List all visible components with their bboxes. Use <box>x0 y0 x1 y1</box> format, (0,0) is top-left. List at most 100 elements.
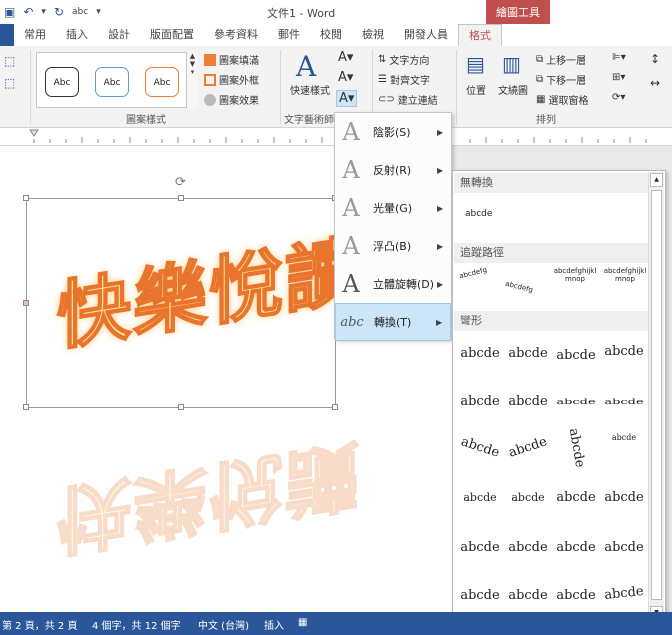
size-width-icon[interactable]: ↔ <box>650 76 660 90</box>
warp-option[interactable]: abcde <box>457 533 503 563</box>
shape-outline-button[interactable]: 圖案外框 <box>204 72 259 87</box>
menu-item-shadow[interactable]: A 陰影(S) ▶ <box>335 113 451 151</box>
rotate-handle-icon[interactable]: ⟳ <box>175 175 186 190</box>
text-direction-button[interactable]: ⇅ 文字方向 <box>378 52 429 67</box>
path-option-circle[interactable]: abcdefghijklmnop <box>553 267 597 283</box>
warp-option[interactable]: abcde <box>505 581 551 611</box>
macro-record-icon[interactable]: ▦ <box>298 617 307 628</box>
scroll-thumb[interactable] <box>651 190 662 600</box>
submenu-scrollbar[interactable]: ▲ ▼ <box>648 172 664 624</box>
warp-option[interactable]: abcde <box>557 423 595 474</box>
resize-handle[interactable] <box>332 404 338 410</box>
warp-option[interactable]: abcde <box>553 581 599 611</box>
edit-shape-icon[interactable]: ⬚ <box>4 76 15 90</box>
wrap-text-icon[interactable]: ▥ <box>502 52 521 76</box>
path-option-arch-up[interactable]: abcdefg <box>458 266 487 281</box>
position-button[interactable]: 位置 <box>466 82 486 97</box>
arrange-group-label: 排列 <box>536 115 556 126</box>
scroll-up-icon[interactable]: ▲ <box>650 173 663 187</box>
shape-effects-button[interactable]: 圖案效果 <box>204 92 259 107</box>
warp-option[interactable]: abcde <box>505 483 551 513</box>
word-count[interactable]: 4 個字，共 12 個字 <box>92 617 181 632</box>
warp-option[interactable]: abcde <box>505 533 551 563</box>
size-height-icon[interactable]: ↕ <box>650 52 660 66</box>
warp-option[interactable]: abcde <box>553 533 599 563</box>
menu-item-transform[interactable]: abc 轉換(T) ▶ <box>335 303 451 341</box>
tab-format[interactable]: 格式 <box>458 24 502 46</box>
font-preview[interactable]: abc <box>72 7 88 17</box>
warp-option[interactable]: abcde <box>601 433 647 463</box>
quick-styles-button[interactable]: 快速樣式 <box>290 82 330 97</box>
tab-layout[interactable]: 版面配置 <box>140 24 204 46</box>
create-link-button[interactable]: ⊂⊃ 建立連結 <box>378 92 438 107</box>
tab-developer[interactable]: 開發人員 <box>394 24 458 46</box>
warp-option[interactable]: abcde <box>601 533 647 563</box>
gallery-scroll[interactable]: ▲ ▼ ▾ <box>186 52 198 108</box>
warp-option[interactable]: abcde <box>505 339 551 369</box>
shape-fill-button[interactable]: 圖案填滿 <box>204 52 259 67</box>
path-option-arch-down[interactable]: abcdefg <box>504 280 533 295</box>
bring-forward-button[interactable]: ⧉ 上移一層 <box>536 52 586 67</box>
warp-option[interactable]: abcde <box>601 483 647 513</box>
undo-icon[interactable]: ↶ <box>23 5 33 19</box>
insert-shapes-icon[interactable]: ⬚ <box>4 54 15 68</box>
warp-option[interactable]: abcde <box>553 341 599 371</box>
wordart-text[interactable]: 快樂悅讀 <box>56 210 362 365</box>
align-text-button[interactable]: ☰ 對齊文字 <box>378 72 430 87</box>
submenu-arrow-icon: ▶ <box>437 127 444 137</box>
resize-handle[interactable] <box>23 300 29 306</box>
selection-pane-button[interactable]: ▦ 選取窗格 <box>536 92 588 107</box>
warp-option[interactable]: abcde <box>457 581 503 611</box>
text-effects-icon[interactable]: A▾ <box>336 90 358 107</box>
wrap-text-button[interactable]: 文繞圖 <box>498 82 528 97</box>
language-indicator[interactable]: 中文 (台灣) <box>198 617 249 632</box>
shape-style-sample[interactable]: Abc <box>95 67 129 97</box>
tab-references[interactable]: 參考資料 <box>204 24 268 46</box>
menu-item-bevel[interactable]: A 浮凸(B) ▶ <box>335 227 451 265</box>
position-icon[interactable]: ▤ <box>466 52 485 76</box>
align-icon[interactable]: ⊫▾ <box>612 52 626 63</box>
tab-view[interactable]: 檢視 <box>352 24 394 46</box>
warp-option[interactable]: abcde <box>553 393 599 411</box>
tab-review[interactable]: 校閱 <box>310 24 352 46</box>
shape-style-sample[interactable]: Abc <box>45 67 79 97</box>
resize-handle[interactable] <box>23 195 29 201</box>
warp-option[interactable]: abcde <box>457 387 503 417</box>
warp-option[interactable]: abcde <box>457 483 503 513</box>
shape-style-sample[interactable]: Abc <box>145 67 179 97</box>
insert-mode[interactable]: 插入 <box>264 617 284 632</box>
tab-insert[interactable]: 插入 <box>56 24 98 46</box>
warp-option[interactable]: abcde <box>601 337 647 367</box>
tab-file[interactable] <box>0 24 14 46</box>
warp-option[interactable]: abcde <box>501 427 554 470</box>
warp-option[interactable]: abcde <box>453 427 506 470</box>
text-fill-icon[interactable]: A▾ <box>338 50 353 65</box>
undo-dropdown-icon[interactable]: ▾ <box>41 7 46 17</box>
send-backward-button[interactable]: ⧉ 下移一層 <box>536 72 586 87</box>
no-transform-option[interactable]: abcde <box>465 209 492 219</box>
save-icon[interactable]: ▣ <box>4 5 15 19</box>
menu-item-3d-rotation[interactable]: A 立體旋轉(D) ▶ <box>335 265 451 303</box>
path-option-button[interactable]: abcdefghijklmnop <box>603 267 647 283</box>
redo-icon[interactable]: ↻ <box>54 5 64 19</box>
wordart-shape[interactable]: ⟳ 快樂悅讀 快樂悅讀 <box>23 175 362 564</box>
warp-option[interactable]: abcde <box>601 393 647 411</box>
tab-design[interactable]: 設計 <box>98 24 140 46</box>
warp-option[interactable]: abcde <box>457 339 503 369</box>
warp-option[interactable]: abcde <box>505 387 551 417</box>
menu-item-reflection[interactable]: A 反射(R) ▶ <box>335 151 451 189</box>
tab-home[interactable]: 常用 <box>14 24 56 46</box>
warp-option[interactable]: abcde <box>600 577 649 612</box>
resize-handle[interactable] <box>178 195 184 201</box>
rotate-icon[interactable]: ⟳▾ <box>612 92 625 103</box>
text-outline-icon[interactable]: A▾ <box>338 70 353 85</box>
warp-option[interactable]: abcde <box>553 483 599 513</box>
menu-item-glow[interactable]: A 光暈(G) ▶ <box>335 189 451 227</box>
customize-qat-icon[interactable]: ▾ <box>96 7 101 17</box>
resize-handle[interactable] <box>23 404 29 410</box>
tab-mailings[interactable]: 郵件 <box>268 24 310 46</box>
page-count[interactable]: 第 2 頁，共 2 頁 <box>2 617 77 632</box>
group-icon[interactable]: ⊞▾ <box>612 72 625 83</box>
quick-styles-icon[interactable]: A <box>296 50 316 83</box>
resize-handle[interactable] <box>178 404 184 410</box>
